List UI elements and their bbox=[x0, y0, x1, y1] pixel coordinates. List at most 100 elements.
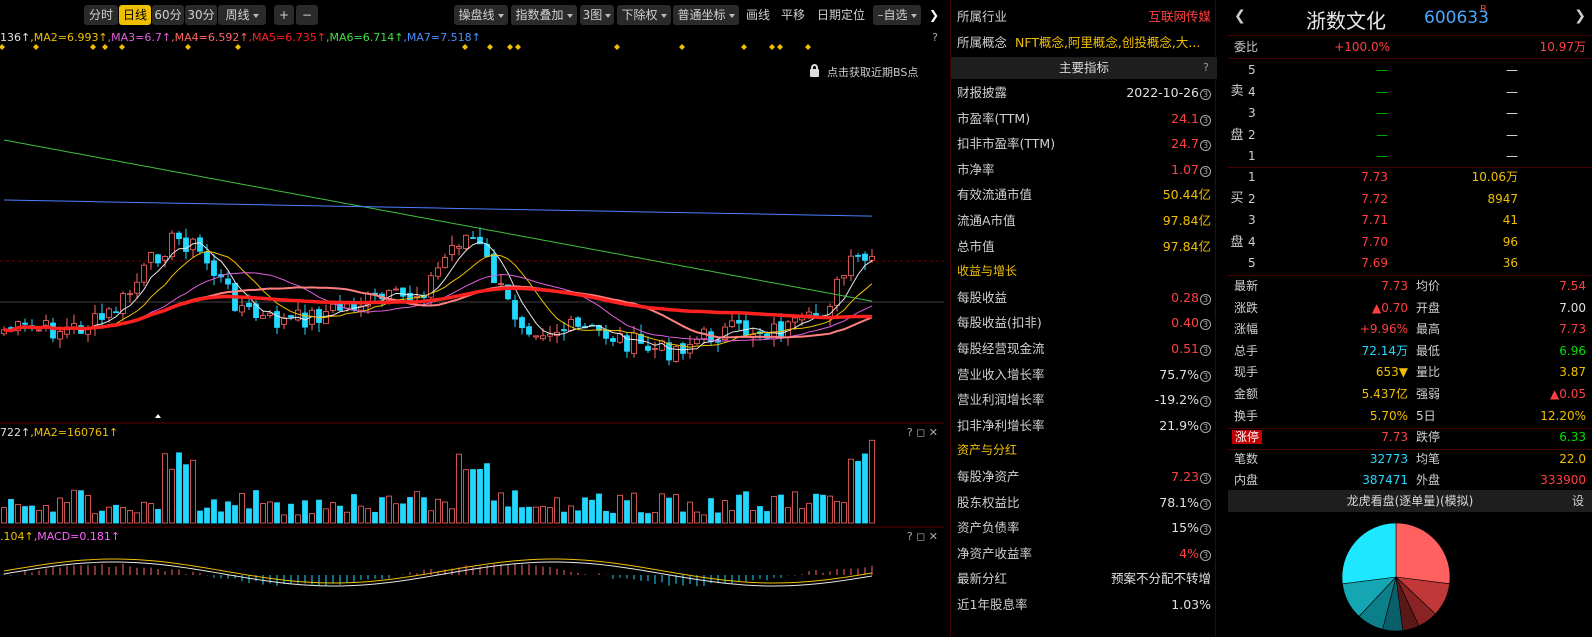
tab-daily[interactable]: 日线 bbox=[119, 5, 151, 25]
indicator-row[interactable]: 资产负债率 15% 3 bbox=[951, 515, 1217, 541]
indicator-value: 15% 3 bbox=[1171, 515, 1211, 541]
volume-bar bbox=[834, 500, 840, 524]
indicator-row[interactable]: 净资产收益率 4% 3 bbox=[951, 541, 1217, 567]
date-locate-button[interactable]: 日期定位 bbox=[812, 5, 870, 25]
level-number: 3 bbox=[1248, 106, 1256, 121]
candle-body bbox=[792, 317, 798, 323]
indicator-row[interactable]: 扣非市盈率(TTM) 24.7 3 bbox=[951, 131, 1217, 157]
volume-legend-item: 722↑ bbox=[0, 426, 31, 439]
ma-legend-item: ,MA2=6.993↑ bbox=[30, 31, 108, 44]
tab-intraday[interactable]: 分时 bbox=[84, 5, 118, 25]
candle-body bbox=[470, 237, 476, 239]
sell-level-row[interactable]: 4 — — bbox=[1228, 81, 1592, 103]
macd-panel-controls[interactable]: ? ◻ ✕ bbox=[907, 530, 938, 543]
pan-button[interactable]: 平移 bbox=[777, 5, 809, 25]
indicator-row[interactable]: 每股收益(扣非) 0.40 3 bbox=[951, 310, 1217, 336]
candle-body bbox=[99, 313, 105, 320]
indicator-row[interactable]: 市净率 1.07 3 bbox=[951, 157, 1217, 183]
menu-trading-line[interactable]: 操盘线 bbox=[454, 5, 508, 25]
sell-level-row[interactable]: 5 — — bbox=[1228, 59, 1592, 81]
volume-bar bbox=[666, 497, 672, 524]
sell-level-row[interactable]: 3 — — bbox=[1228, 102, 1592, 124]
settings-button[interactable]: 设 bbox=[1572, 490, 1584, 512]
volume-panel-controls[interactable]: ? ◻ ✕ bbox=[907, 426, 938, 439]
buy-level-row[interactable]: 5 7.69 36 bbox=[1228, 252, 1592, 274]
limit-up-value: 7.73 bbox=[1381, 430, 1408, 444]
menu-three-panels[interactable]: 3图 bbox=[580, 5, 614, 25]
indicator-row[interactable]: 每股经营现金流 0.51 3 bbox=[951, 336, 1217, 362]
volume-bar bbox=[330, 502, 336, 524]
sell-level-row[interactable]: 1 — — bbox=[1228, 145, 1592, 167]
level-number: 4 bbox=[1248, 234, 1256, 249]
buy-level-row[interactable]: 2 7.72 8947 bbox=[1228, 188, 1592, 210]
macd-legend-item: .104↑ bbox=[0, 530, 34, 543]
indicator-row[interactable]: 最新分红 预案不分配不转增 bbox=[951, 566, 1217, 592]
tab-30min[interactable]: 30分 bbox=[185, 5, 217, 25]
industry-value[interactable]: 互联网传媒 bbox=[1148, 4, 1211, 30]
tab-60min[interactable]: 60分 bbox=[152, 5, 184, 25]
volume-bar bbox=[379, 497, 385, 524]
candle-body bbox=[463, 234, 469, 249]
indicator-row[interactable]: 总市值 97.84亿 bbox=[951, 234, 1217, 260]
indicator-row[interactable]: 每股收益 0.28 3 bbox=[951, 285, 1217, 311]
menu-coordinate[interactable]: 普通坐标 bbox=[673, 5, 739, 25]
concept-row: 所属概念 NFT概念,阿里概念,创投概念,大... bbox=[951, 30, 1217, 56]
quote-value: 5.437亿 bbox=[1361, 387, 1408, 401]
volume-bar bbox=[337, 505, 343, 524]
indicator-row[interactable]: 财报披露 2022-10-26 3 bbox=[951, 80, 1217, 106]
chevron-right-icon[interactable]: ❯ bbox=[1574, 8, 1586, 24]
concept-label: 所属概念 bbox=[957, 35, 1008, 50]
candle-body bbox=[456, 246, 462, 249]
indicator-row[interactable]: 市盈率(TTM) 24.1 3 bbox=[951, 106, 1217, 132]
quote-label: 最低 bbox=[1416, 343, 1441, 358]
quote-value: 653▼ bbox=[1375, 365, 1408, 380]
candle-body bbox=[547, 333, 553, 337]
outer-label: 外盘 bbox=[1416, 473, 1441, 487]
inner-label: 内盘 bbox=[1234, 473, 1259, 487]
kline-chart-area[interactable]: 分时 日线 60分 30分 周线 + − 操盘线 指数叠加 3图 下除权 普通坐… bbox=[0, 0, 944, 637]
volume-bar bbox=[652, 512, 658, 524]
quote-label: 换手 bbox=[1234, 408, 1259, 423]
volume-bar bbox=[29, 505, 35, 524]
bs-points-hint[interactable]: 点击获取近期BS点 bbox=[810, 64, 918, 80]
watchlist-dropdown[interactable]: –自选 bbox=[873, 5, 921, 25]
tab-weekly-dropdown[interactable]: 周线 bbox=[218, 5, 266, 25]
indicator-row[interactable]: 流通A市值 97.84亿 bbox=[951, 208, 1217, 234]
draw-line-button[interactable]: 画线 bbox=[742, 5, 774, 25]
buy-level-row[interactable]: 1 7.73 10.06万 bbox=[1228, 166, 1592, 188]
quote-label: 最高 bbox=[1416, 322, 1441, 337]
volume-bar bbox=[491, 500, 497, 524]
volume-bar bbox=[589, 499, 595, 524]
ma-legend-item: ,MA6=6.714↑ bbox=[325, 31, 404, 44]
chart-toolbar: 分时 日线 60分 30分 周线 + − 操盘线 指数叠加 3图 下除权 普通坐… bbox=[0, 0, 944, 30]
menu-exright[interactable]: 下除权 bbox=[617, 5, 671, 25]
indicator-row[interactable]: 每股净资产 7.23 3 bbox=[951, 464, 1217, 490]
indicator-row[interactable]: 有效流通市值 50.44亿 bbox=[951, 182, 1217, 208]
indicator-row[interactable]: 营业收入增长率 75.7% 3 bbox=[951, 362, 1217, 388]
chevron-down-icon bbox=[605, 14, 612, 18]
indicator-row[interactable]: 近1年股息率 1.03% bbox=[951, 592, 1217, 618]
kline-chart-canvas[interactable] bbox=[0, 0, 944, 637]
zoom-out-button[interactable]: − bbox=[296, 5, 318, 25]
volume-bar bbox=[757, 506, 763, 524]
level-number: 1 bbox=[1248, 149, 1256, 164]
candle-body bbox=[400, 287, 406, 297]
indicator-value-text: 2022-10-26 bbox=[1126, 85, 1199, 100]
collapse-panel-icon[interactable]: ❯ bbox=[926, 5, 942, 25]
section-title: 收益与增长 bbox=[957, 264, 1018, 279]
buy-level-row[interactable]: 4 7.70 96 bbox=[1228, 231, 1592, 253]
sell-level-row[interactable]: 2 — — bbox=[1228, 124, 1592, 146]
volume-bar bbox=[22, 506, 28, 524]
kline-help-icon[interactable]: ? bbox=[932, 31, 938, 44]
chevron-left-icon[interactable]: ❮ bbox=[1234, 8, 1246, 24]
concept-value[interactable]: NFT概念,阿里概念,创投概念,大... bbox=[1015, 30, 1200, 56]
indicator-value-text: 4% bbox=[1179, 545, 1199, 561]
zoom-in-button[interactable]: + bbox=[274, 5, 294, 25]
buy-level-row[interactable]: 3 7.71 41 bbox=[1228, 209, 1592, 231]
quarter-badge-icon: 3 bbox=[1200, 498, 1211, 510]
indicator-row[interactable]: 扣非净利增长率 21.9% 3 bbox=[951, 413, 1217, 439]
indicator-row[interactable]: 营业利润增长率 -19.2% 3 bbox=[951, 387, 1217, 413]
menu-index-overlay[interactable]: 指数叠加 bbox=[511, 5, 577, 25]
help-icon[interactable]: ? bbox=[1203, 57, 1209, 79]
indicator-row[interactable]: 股东权益比 78.1% 3 bbox=[951, 490, 1217, 516]
